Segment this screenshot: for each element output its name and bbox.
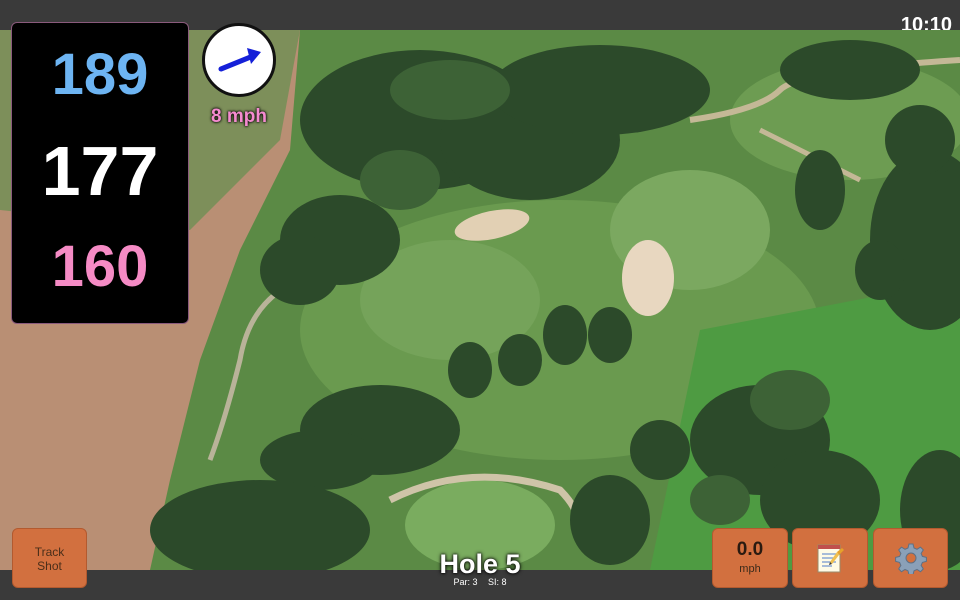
speed-button[interactable]: 0.0 mph bbox=[712, 528, 788, 588]
track-shot-label-line1: Track bbox=[34, 545, 65, 559]
front-distance: 160 bbox=[51, 234, 149, 299]
notepad-icon bbox=[817, 544, 844, 573]
wind-speed: 8 mph bbox=[211, 106, 267, 127]
distance-panel: 189 177 160 bbox=[11, 22, 189, 324]
hole-par: Par: 3 bbox=[453, 577, 478, 587]
speed-unit: mph bbox=[739, 563, 761, 575]
hole-title: Hole 5 bbox=[439, 549, 521, 579]
hole-si: SI: 8 bbox=[488, 577, 507, 587]
middle-distance: 177 bbox=[41, 132, 159, 210]
settings-button[interactable] bbox=[873, 528, 948, 588]
wind-direction-dial bbox=[202, 23, 276, 97]
hole-meta: Par: 3 SI: 8 bbox=[380, 577, 580, 587]
track-shot-label-line2: Shot bbox=[37, 559, 62, 573]
gear-icon bbox=[894, 543, 927, 574]
back-distance: 189 bbox=[51, 42, 149, 107]
speed-value: 0.0 bbox=[736, 539, 764, 560]
track-shot-button[interactable]: Track Shot bbox=[12, 528, 87, 588]
notes-button[interactable] bbox=[792, 528, 868, 588]
arrow-icon bbox=[218, 48, 261, 72]
